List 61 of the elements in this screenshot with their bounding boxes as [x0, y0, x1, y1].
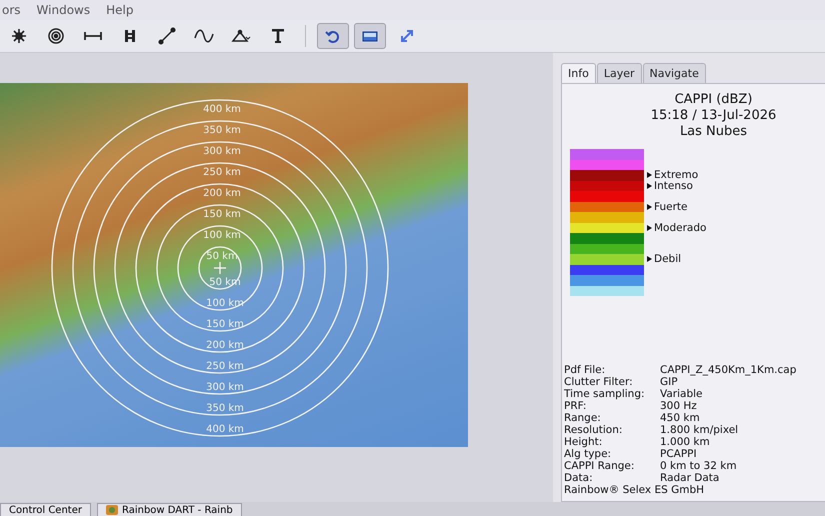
legend-label: Moderado: [654, 222, 706, 233]
taskbar-button[interactable]: Control Center: [0, 503, 91, 516]
detail-value: 0 km to 32 km: [660, 460, 737, 472]
sun-icon: [9, 27, 29, 45]
detail-value: Radar Data: [660, 472, 720, 484]
pointer-icon: [647, 204, 652, 210]
legend-label: Fuerte: [654, 202, 688, 212]
range-label: 250 km: [203, 167, 241, 178]
target-icon: [46, 27, 66, 45]
range-label: 250 km: [206, 361, 244, 372]
detail-label: Resolution:: [564, 424, 624, 436]
wave-icon: [194, 27, 214, 45]
range-label: 400 km: [206, 424, 244, 435]
range-label: 350 km: [206, 403, 244, 414]
detail-label: Clutter Filter:: [564, 376, 634, 388]
detail-label: Time sampling:: [564, 388, 646, 400]
detail-value: 450 km: [660, 412, 700, 424]
detail-value: GIP: [660, 376, 678, 388]
triangle-icon: [231, 27, 251, 45]
tab[interactable]: Navigate: [642, 63, 706, 83]
legend-label: Debil: [654, 254, 682, 264]
tool-button[interactable]: [354, 23, 386, 49]
tab[interactable]: Layer: [596, 63, 642, 83]
range-label: 200 km: [203, 188, 241, 199]
product-datetime: 15:18 / 13-Jul-2026: [650, 108, 778, 124]
range-label: 400 km: [203, 104, 241, 115]
detail-value: Variable: [660, 388, 703, 400]
menu-item[interactable]: ors: [0, 3, 23, 17]
detail-label: PRF:: [564, 400, 588, 412]
detail-value: 1.000 km: [660, 436, 710, 448]
pointer-icon: [647, 256, 652, 262]
product-title: CAPPI (dBZ): [674, 92, 754, 108]
line-icon: [157, 27, 177, 45]
detail-value: 1.800 km/pixel: [660, 424, 738, 436]
detail-label: Range:: [564, 412, 602, 424]
tab[interactable]: Info: [561, 63, 596, 83]
site-name: Las Nubes: [678, 124, 748, 140]
detail-label: CAPPI Range:: [564, 460, 636, 472]
range-label: 300 km: [206, 382, 244, 393]
legend-label: Extremo: [654, 170, 698, 180]
radar-center-icon: [213, 261, 227, 275]
menu-item[interactable]: Help: [104, 3, 136, 17]
legend-label: Intenso: [654, 180, 693, 191]
app-icon: [106, 505, 118, 515]
detail-label: Pdf File:: [564, 364, 606, 376]
range-label: 100 km: [203, 230, 241, 241]
detail-label: Alg type:: [564, 448, 612, 460]
menu-item[interactable]: Windows: [34, 3, 92, 17]
range-label: 150 km: [203, 209, 241, 220]
pointer-icon: [647, 224, 652, 231]
vendor-text: Rainbow® Selex ES GmbH: [564, 484, 706, 497]
range-label: 300 km: [203, 146, 241, 157]
detail-value: PCAPPI: [660, 448, 697, 460]
detail-value: CAPPI_Z_450Km_1Km.cap: [660, 364, 796, 376]
range-label: 150 km: [206, 319, 244, 330]
taskbar-button[interactable]: Rainbow DART - Rainb: [96, 503, 242, 516]
detail-label: Height:: [564, 436, 604, 448]
detail-value: 300 Hz: [660, 400, 697, 412]
detail-label: Data:: [564, 472, 594, 484]
range-label: 200 km: [206, 340, 244, 351]
range-label: 350 km: [203, 125, 241, 136]
